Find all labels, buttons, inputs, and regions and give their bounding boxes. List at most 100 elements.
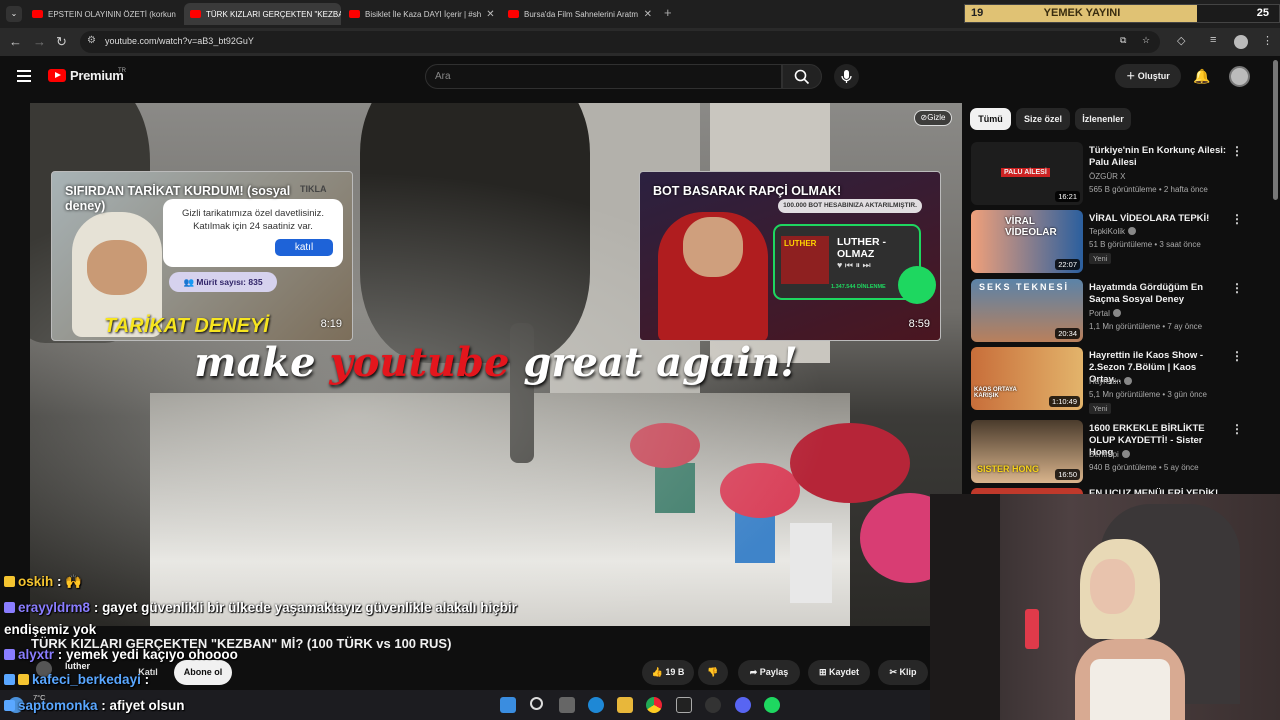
video-meta: 51 B görüntüleme • 3 saat önce xyxy=(1089,240,1201,249)
video-meta: 1,1 Mn görüntüleme • 7 ay önce xyxy=(1089,322,1203,331)
voice-search-button[interactable] xyxy=(834,64,859,89)
tab-label: Bisiklet İle Kaza DAYI İçerir | #sh xyxy=(365,9,482,19)
spotify-taskbar-icon[interactable] xyxy=(764,697,780,713)
create-button[interactable]: ＋ Oluştur xyxy=(1115,64,1181,88)
tab-search-button[interactable]: ⌄ xyxy=(6,6,22,22)
search-placeholder: Ara xyxy=(435,71,451,82)
channel-label: Hayrettin xyxy=(1089,377,1122,386)
site-info-icon[interactable]: ⚙ xyxy=(87,35,96,46)
progress-right-value: 25 xyxy=(1256,7,1269,19)
browser-menu-icon[interactable]: ⋮ xyxy=(1262,34,1273,47)
taskbar-search-icon[interactable] xyxy=(530,697,543,710)
search-icon xyxy=(794,69,810,85)
task-view-icon[interactable] xyxy=(559,697,575,713)
recommended-video[interactable]: SEKS TEKNESİ 20:34 Hayatımda Gördüğüm En … xyxy=(971,279,1261,343)
browser-toolbar: ← → ↻ ⚙ youtube.com/watch?v=aB3_bt92GuY … xyxy=(0,28,1280,56)
forward-icon[interactable]: → xyxy=(33,34,46,49)
file-explorer-icon[interactable] xyxy=(617,697,633,713)
chat-message-continued: endişemiz yok xyxy=(4,622,96,637)
close-tab-icon[interactable]: ✕ xyxy=(486,9,494,20)
page-scrollbar[interactable] xyxy=(1270,56,1280,496)
share-button[interactable]: ➦ Paylaş xyxy=(738,660,800,685)
discord-icon[interactable] xyxy=(735,697,751,713)
video-duration: 20:34 xyxy=(1055,328,1080,339)
reload-icon[interactable]: ↻ xyxy=(56,34,67,50)
close-tab-icon[interactable]: ✕ xyxy=(181,9,182,20)
desk-lamp xyxy=(1025,609,1039,649)
tab-turk-kizlari[interactable]: TÜRK KIZLARI GERÇEKTEN "KEZBA ✕ xyxy=(184,3,341,25)
video-thumbnail: SEKS TEKNESİ 20:34 xyxy=(971,279,1083,342)
recommended-video[interactable]: VİRAL VİDEOLAR 22:07 VİRAL VİDEOLARA TEPK… xyxy=(971,210,1261,274)
streamer-face xyxy=(1090,559,1135,614)
account-avatar[interactable] xyxy=(1229,66,1250,87)
chat-text: gayet güvenlikli bir ülkede yaşamaktayız… xyxy=(102,600,517,615)
back-icon[interactable]: ← xyxy=(9,34,22,49)
recommended-video[interactable]: SISTER HONG 16:50 1600 ERKEKLE BİRLİKTE O… xyxy=(971,420,1261,484)
thumbnail-text: VİRAL VİDEOLAR xyxy=(1005,216,1057,238)
verified-icon xyxy=(1128,227,1137,235)
channel-name[interactable]: luther xyxy=(65,661,90,671)
cast-icon[interactable]: ⧉ xyxy=(1120,35,1126,46)
start-icon[interactable] xyxy=(500,697,516,713)
x-app-icon[interactable] xyxy=(676,697,692,713)
menu-icon[interactable] xyxy=(17,70,31,82)
profile-icon[interactable] xyxy=(1234,35,1248,49)
video-player[interactable]: ⊘Gizle TIKLA Gizli tarikatımıza özel dav… xyxy=(30,103,962,626)
video-duration: 22:07 xyxy=(1055,259,1080,270)
more-options-icon[interactable]: ⋮ xyxy=(1231,144,1243,158)
search-input[interactable]: Ara xyxy=(425,64,782,89)
dislike-button[interactable]: 👎 xyxy=(698,660,728,685)
hide-label: Gizle xyxy=(927,113,946,122)
thumbs-down-icon: 👎 xyxy=(707,667,719,677)
more-options-icon[interactable]: ⋮ xyxy=(1231,349,1243,363)
more-options-icon[interactable]: ⋮ xyxy=(1231,422,1243,436)
tab-bisiklet[interactable]: Bisiklet İle Kaza DAYI İçerir | #sh ✕ xyxy=(343,3,499,25)
more-options-icon[interactable]: ⋮ xyxy=(1231,281,1243,295)
recommended-video[interactable]: PALU AİLESİ 16:21 Türkiye'nin En Korkunç … xyxy=(971,142,1261,206)
scrollbar-thumb[interactable] xyxy=(1273,60,1278,200)
reading-list-icon[interactable]: ≡ xyxy=(1210,34,1216,46)
tab-epstein[interactable]: EPSTEIN OLAYININ ÖZETİ (korkun ✕ xyxy=(26,3,182,25)
notifications-bell-icon[interactable]: 🔔 xyxy=(1193,68,1210,85)
like-button[interactable]: 👍 19 B xyxy=(642,660,694,685)
recommended-video[interactable]: KAOS ORTAYA KARIŞIK 1:10:49 Hayrettin ile… xyxy=(971,347,1261,414)
subscribe-button[interactable]: Abone ol xyxy=(174,660,232,685)
chat-message: saptomonka : afiyet olsun xyxy=(4,698,185,713)
video-thumbnail: SISTER HONG 16:50 xyxy=(971,420,1083,483)
filter-watched[interactable]: İzlenenler xyxy=(1075,108,1131,130)
extensions-icon[interactable]: ◇ xyxy=(1177,34,1185,47)
thumbnail-text: SISTER HONG xyxy=(977,464,1040,474)
album-art: LUTHER xyxy=(781,236,829,284)
members-icon: 👥 xyxy=(183,277,197,287)
address-bar[interactable]: ⚙ youtube.com/watch?v=aB3_bt92GuY ⧉ ☆ xyxy=(80,31,1160,53)
new-tab-icon[interactable]: + xyxy=(664,5,672,20)
microphone-icon xyxy=(841,70,852,83)
endcard-video-rapci[interactable]: 100.000 BOT HESABINIZA AKTARILMIŞTIR. LU… xyxy=(639,171,941,341)
logo-text: Premium xyxy=(70,68,124,83)
youtube-favicon-icon xyxy=(349,10,360,18)
filter-for-you[interactable]: Size özel xyxy=(1016,108,1070,130)
verified-icon xyxy=(1121,450,1130,458)
more-options-icon[interactable]: ⋮ xyxy=(1231,212,1243,226)
obs-icon[interactable] xyxy=(705,697,721,713)
filter-all[interactable]: Tümü xyxy=(970,108,1011,130)
members-count: Mürit sayısı: 835 xyxy=(196,277,263,287)
hide-endcards-button[interactable]: ⊘Gizle xyxy=(914,110,952,126)
youtube-premium-logo[interactable]: Premium TR xyxy=(48,68,126,83)
video-title: Türkiye'nin En Korkunç Ailesi: Palu Aile… xyxy=(1089,145,1227,168)
edge-icon[interactable] xyxy=(588,697,604,713)
chat-user: oskih xyxy=(18,574,54,589)
tab-bursa[interactable]: Bursa'da Film Sahnelerini Aratm ✕ xyxy=(502,3,658,25)
chat-user: alyxtr xyxy=(18,647,55,662)
new-badge: Yeni xyxy=(1089,253,1112,264)
save-button[interactable]: ⊞ Kaydet xyxy=(808,660,870,685)
bookmark-star-icon[interactable]: ☆ xyxy=(1142,35,1150,46)
close-tab-icon[interactable]: ✕ xyxy=(644,9,652,20)
search-button[interactable] xyxy=(782,64,822,89)
chrome-icon[interactable] xyxy=(646,697,662,713)
play-count: 1.347.544 DİNLENME xyxy=(831,284,886,290)
clip-button[interactable]: ✂ Klip xyxy=(878,660,928,685)
endcard-video-tarikat[interactable]: TIKLA Gizli tarikatımıza özel davetlisin… xyxy=(51,171,353,341)
sub-badge-icon xyxy=(4,602,15,613)
url-text: youtube.com/watch?v=aB3_bt92GuY xyxy=(105,36,254,46)
